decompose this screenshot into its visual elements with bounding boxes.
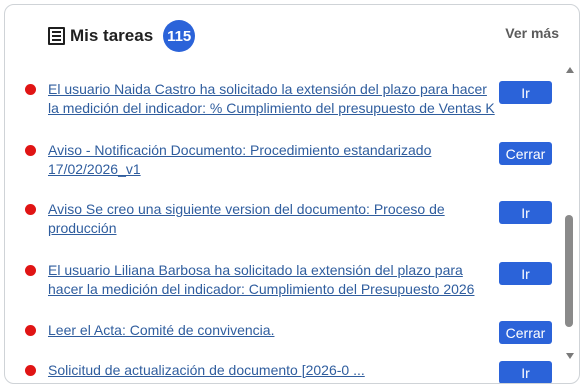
- task-link[interactable]: El usuario Liliana Barbosa ha solicitado…: [48, 261, 498, 299]
- task-line-1: Leer el Acta: Comité de convivencia.: [48, 322, 275, 338]
- go-button[interactable]: Ir: [499, 262, 552, 285]
- task-link[interactable]: El usuario Naida Castro ha solicitado la…: [48, 80, 498, 118]
- scrollbar[interactable]: [561, 63, 579, 383]
- task-line-1: Aviso - Notificación Documento: Procedim…: [48, 142, 432, 158]
- task-link[interactable]: Aviso - Notificación Documento: Procedim…: [48, 141, 498, 179]
- task-link[interactable]: Leer el Acta: Comité de convivencia.: [48, 321, 498, 340]
- close-button[interactable]: Cerrar: [499, 321, 552, 344]
- status-dot: [25, 365, 36, 376]
- tasks-card: Mis tareas 115 Ver más El usuario Naida …: [4, 4, 580, 384]
- list-icon: [48, 27, 65, 45]
- card-title: Mis tareas: [70, 26, 154, 45]
- card-header: Mis tareas 115 Ver más: [5, 5, 579, 63]
- scroll-thumb[interactable]: [565, 215, 573, 327]
- task-line-2: hacer la medición del indicador: Cumplim…: [48, 281, 475, 297]
- task-line-2: producción: [48, 220, 117, 236]
- go-button[interactable]: Ir: [499, 81, 552, 104]
- task-line-1: Solicitud de actualización de documento …: [48, 362, 365, 378]
- task-count-badge: 115: [163, 20, 196, 52]
- title-group: Mis tareas 115: [48, 20, 196, 52]
- status-dot: [25, 325, 36, 336]
- go-button[interactable]: Ir: [499, 361, 552, 383]
- task-link[interactable]: Solicitud de actualización de documento …: [48, 361, 498, 380]
- task-line-2: la medición del indicador: % Cumplimient…: [48, 100, 495, 116]
- task-list[interactable]: El usuario Naida Castro ha solicitado la…: [5, 63, 561, 383]
- task-link[interactable]: Aviso Se creo una siguiente version del …: [48, 200, 498, 238]
- status-dot: [25, 84, 36, 95]
- scroll-down-icon[interactable]: [566, 353, 574, 359]
- status-dot: [25, 145, 36, 156]
- see-more-link[interactable]: Ver más: [505, 25, 559, 41]
- status-dot: [25, 204, 36, 215]
- go-button[interactable]: Ir: [499, 201, 552, 224]
- task-line-1: El usuario Liliana Barbosa ha solicitado…: [48, 262, 463, 278]
- scroll-up-icon[interactable]: [566, 67, 574, 73]
- task-line-2: 17/02/2026_v1: [48, 161, 141, 177]
- task-line-1: El usuario Naida Castro ha solicitado la…: [48, 81, 487, 97]
- close-button[interactable]: Cerrar: [499, 142, 552, 165]
- status-dot: [25, 265, 36, 276]
- task-line-1: Aviso Se creo una siguiente version del …: [48, 201, 445, 217]
